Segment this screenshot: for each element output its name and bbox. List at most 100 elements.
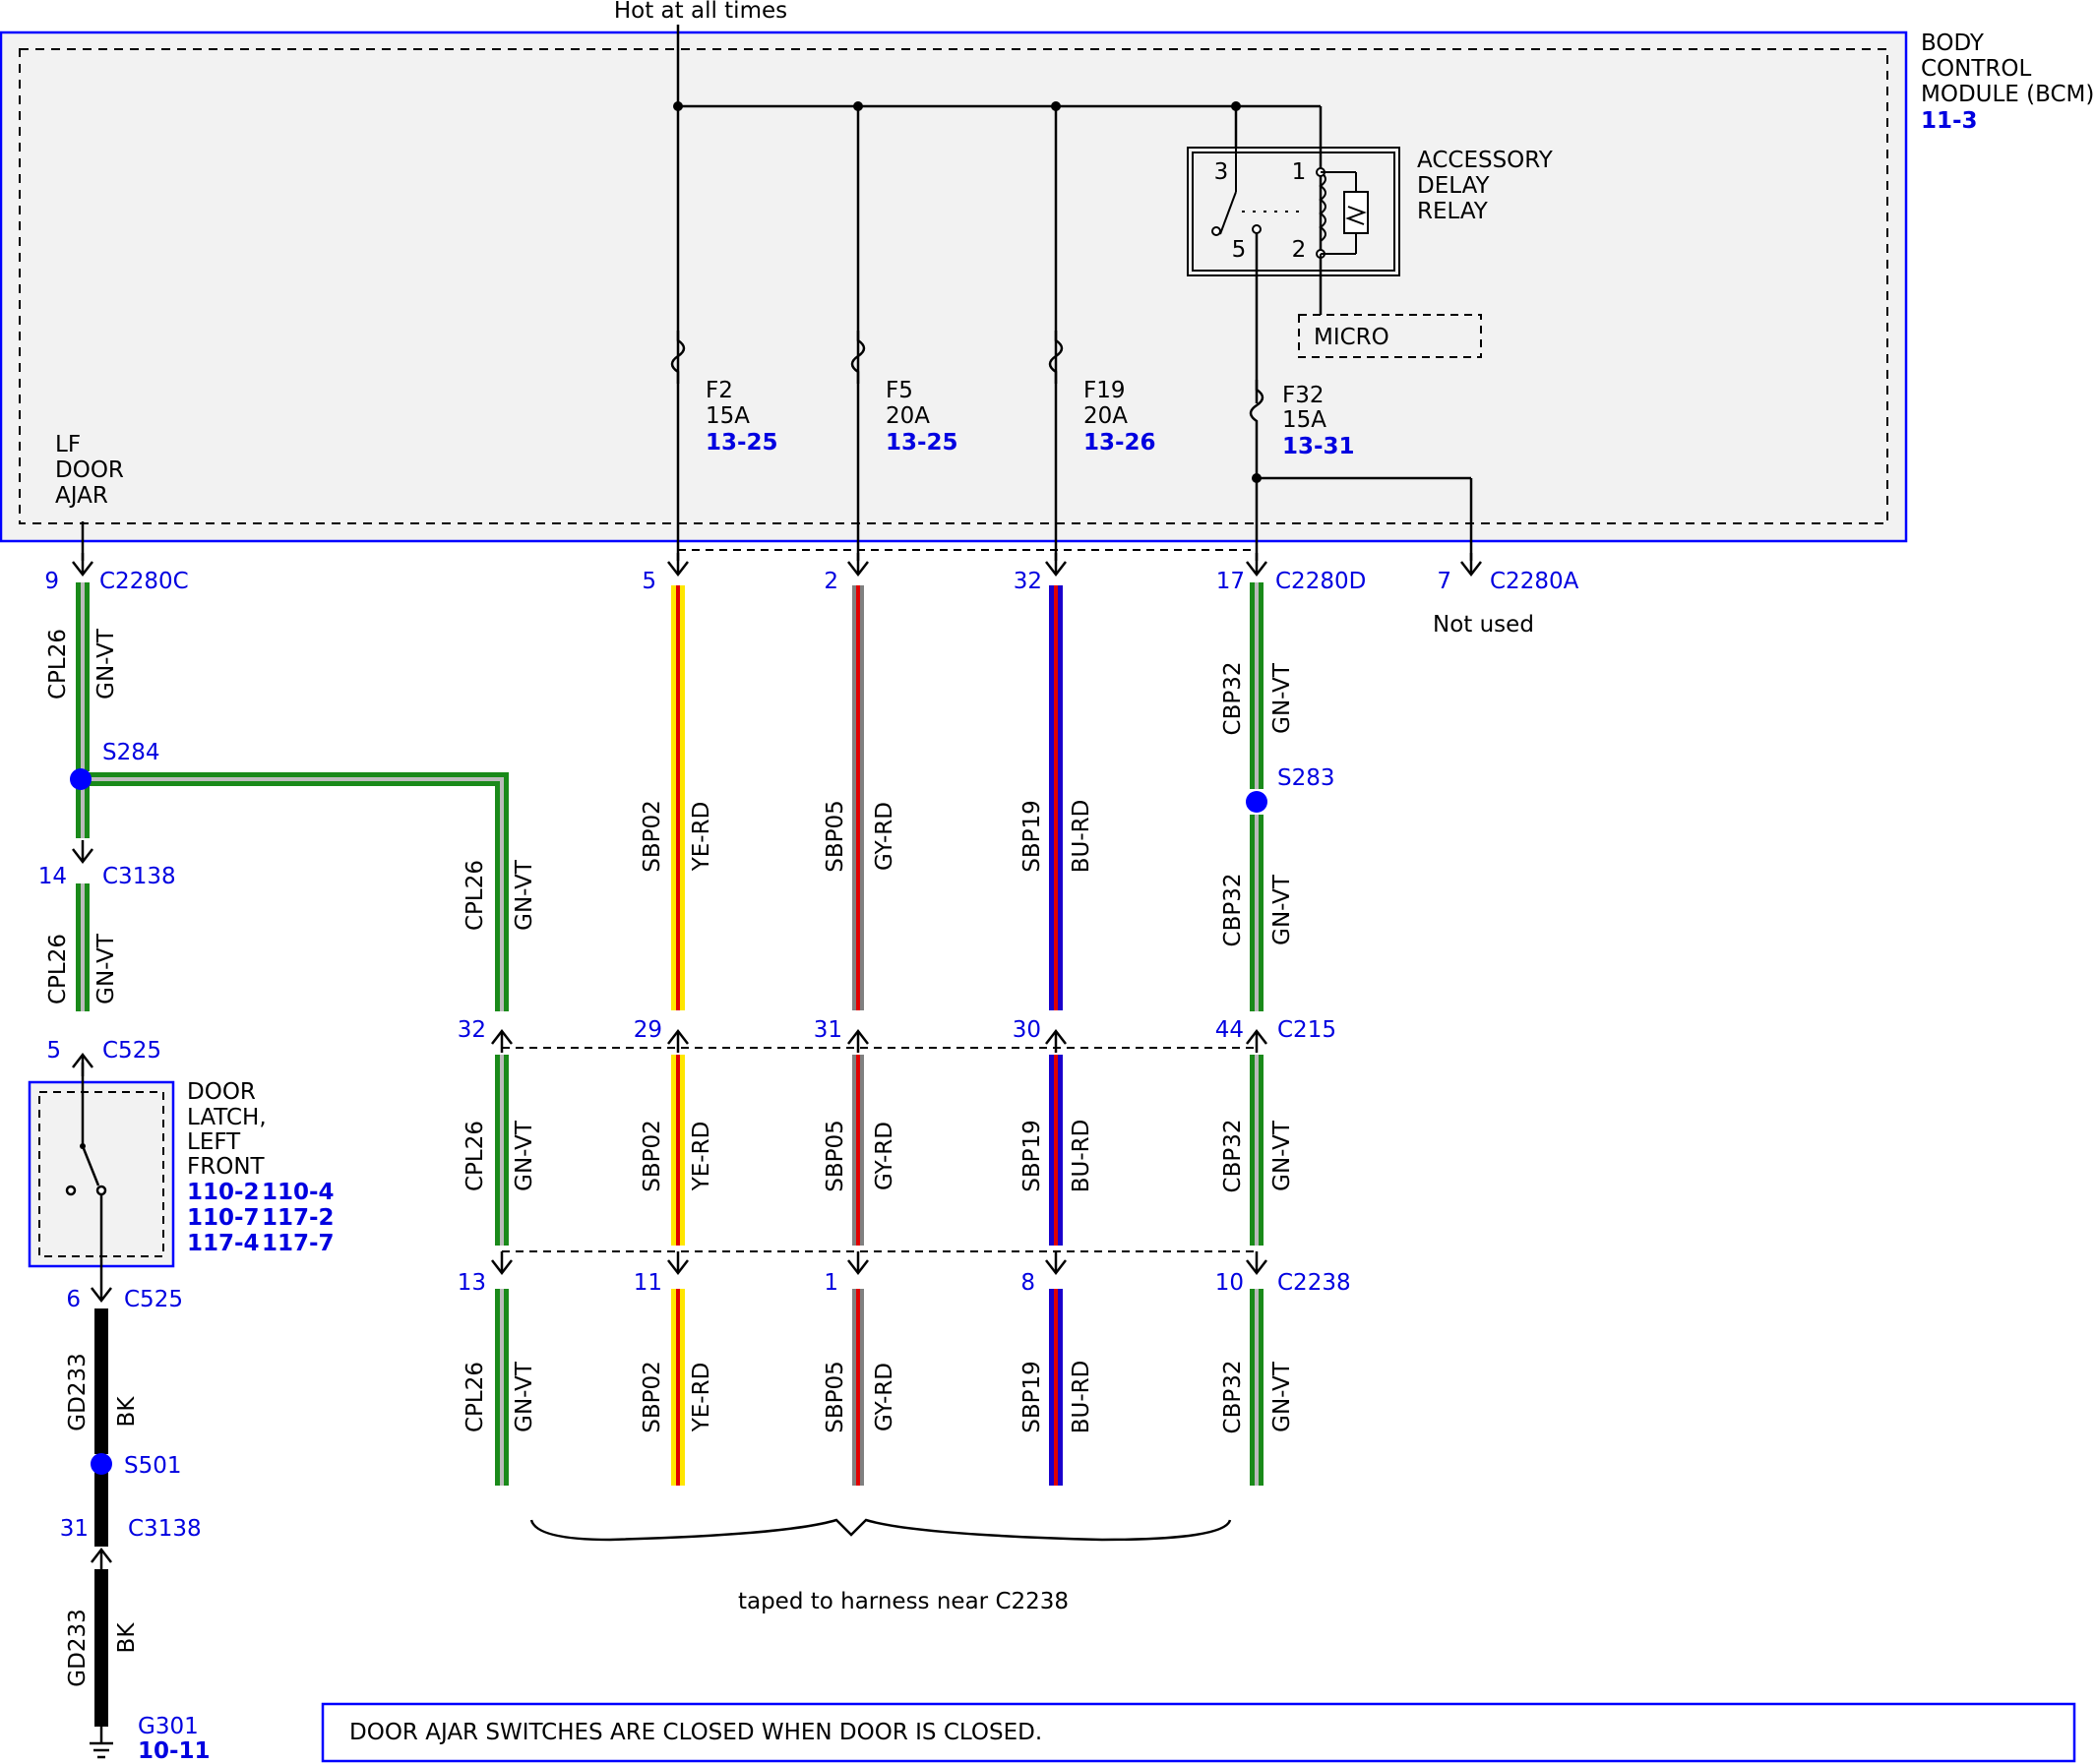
svg-text:AJAR: AJAR <box>55 483 108 509</box>
c215-labels: 32 29 31 30 44 C215 <box>458 1017 1336 1043</box>
svg-text:C215: C215 <box>1277 1017 1336 1043</box>
svg-text:C3138: C3138 <box>128 1516 202 1542</box>
svg-text:FRONT: FRONT <box>187 1154 266 1180</box>
wire-cpl26-a <box>76 582 90 771</box>
svg-text:MODULE (BCM): MODULE (BCM) <box>1921 82 2094 107</box>
wire-label: BK <box>114 1396 140 1428</box>
wire-label: GN-VT <box>1269 1361 1295 1432</box>
ground-ref-link[interactable]: 10-11 <box>138 1738 211 1764</box>
svg-text:20A: 20A <box>886 403 930 429</box>
c2280c-label: 9 C2280C <box>44 569 188 594</box>
wire-label: BU-RD <box>1069 1120 1094 1193</box>
svg-text:RELAY: RELAY <box>1417 199 1489 224</box>
wire-label: SBP05 <box>823 1120 848 1192</box>
svg-text:C2280A: C2280A <box>1490 569 1579 594</box>
bcm-ref-link[interactable]: 11-3 <box>1921 108 1978 134</box>
wire-label: CBP32 <box>1220 1120 1246 1193</box>
svg-text:Hot at all times: Hot at all times <box>614 0 787 24</box>
svg-text:CONTROL: CONTROL <box>1921 56 2032 82</box>
svg-text:C2238: C2238 <box>1277 1270 1351 1296</box>
svg-text:2: 2 <box>824 569 838 594</box>
wire-label: GN-VT <box>93 933 119 1004</box>
wire-label: YE-RD <box>689 802 714 873</box>
svg-text:LEFT: LEFT <box>187 1129 241 1155</box>
svg-text:LF: LF <box>55 432 81 457</box>
ground-label: G301 10-11 <box>138 1714 211 1764</box>
svg-text:7: 7 <box>1437 569 1451 594</box>
fuse-f2-ref-link[interactable]: 13-25 <box>706 430 778 456</box>
door-latch-ref-link[interactable]: 110-7 <box>187 1205 260 1231</box>
wire-label: CBP32 <box>1220 1361 1246 1434</box>
wire-label: BK <box>114 1622 140 1654</box>
svg-text:14: 14 <box>38 864 67 889</box>
svg-text:3: 3 <box>1214 159 1229 185</box>
c3138-top: 14 C3138 <box>38 838 176 889</box>
wire-label: YE-RD <box>689 1363 714 1433</box>
fuse-f5-ref-link[interactable]: 13-25 <box>886 430 958 456</box>
svg-text:32: 32 <box>1014 569 1042 594</box>
svg-text:2: 2 <box>1292 237 1307 263</box>
c3138-bottom: 31 C3138 <box>60 1516 202 1573</box>
svg-text:Not used: Not used <box>1433 612 1534 638</box>
wire-label: GD233 <box>65 1609 91 1686</box>
svg-text:32: 32 <box>458 1017 486 1043</box>
svg-text:31: 31 <box>814 1017 842 1043</box>
svg-text:C2280C: C2280C <box>99 569 189 594</box>
taped-note: taped to harness near C2238 <box>738 1589 1069 1614</box>
svg-text:30: 30 <box>1013 1017 1041 1043</box>
f32-node <box>1252 473 1262 483</box>
svg-text:F19: F19 <box>1083 378 1126 403</box>
wire-label: GY-RD <box>872 1363 897 1431</box>
door-latch-ref-link[interactable]: 117-7 <box>262 1231 335 1256</box>
wire-label: SBP19 <box>1019 1361 1045 1433</box>
door-latch-ref-link[interactable]: 110-2 <box>187 1180 260 1205</box>
fuse-f19-ref-link[interactable]: 13-26 <box>1083 430 1156 456</box>
svg-text:S501: S501 <box>124 1453 182 1479</box>
svg-text:11: 11 <box>634 1270 662 1296</box>
wire-label: CPL26 <box>45 934 71 1004</box>
svg-text:6: 6 <box>66 1287 81 1312</box>
c2238-arrows <box>490 1249 1268 1275</box>
svg-text:F2: F2 <box>706 378 733 403</box>
wire-gd233 <box>94 1308 108 1727</box>
svg-text:DOOR: DOOR <box>55 457 124 483</box>
wire-label: GN-VT <box>512 1361 537 1432</box>
wire-label: GN-VT <box>1269 1120 1295 1191</box>
ground-symbol <box>90 1727 113 1759</box>
wire-label: GN-VT <box>1269 662 1295 734</box>
wire-label: SBP02 <box>640 1361 665 1433</box>
c2280a-label: 7 C2280A Not used <box>1433 569 1579 638</box>
svg-text:C525: C525 <box>102 1038 161 1064</box>
wire-label: CPL26 <box>462 1121 488 1191</box>
svg-text:1: 1 <box>824 1270 838 1296</box>
wire-label: YE-RD <box>689 1122 714 1192</box>
svg-text:31: 31 <box>60 1516 89 1542</box>
svg-text:G301: G301 <box>138 1714 199 1739</box>
svg-text:C525: C525 <box>124 1287 183 1312</box>
c525-bottom: 6 C525 <box>66 1277 183 1312</box>
wire-label: BU-RD <box>1069 800 1094 874</box>
svg-text:BODY: BODY <box>1921 30 1985 56</box>
door-latch-ref-link[interactable]: 117-2 <box>262 1205 335 1231</box>
svg-text:13: 13 <box>458 1270 486 1296</box>
wire-label: GY-RD <box>872 1122 897 1190</box>
svg-text:S284: S284 <box>102 740 160 765</box>
door-latch-ref-link[interactable]: 117-4 <box>187 1231 260 1256</box>
svg-text:1: 1 <box>1292 159 1307 185</box>
bcm-label: BODY CONTROL MODULE (BCM) 11-3 <box>1921 30 2094 134</box>
wire-label: SBP19 <box>1019 1120 1045 1192</box>
wire-label: SBP05 <box>823 1361 848 1433</box>
wire-label: CPL26 <box>45 629 71 700</box>
svg-text:20A: 20A <box>1083 403 1128 429</box>
wire-label: CBP32 <box>1220 662 1246 736</box>
wire-label: GN-VT <box>93 628 119 700</box>
wire-cpl26-horiz <box>83 772 509 1011</box>
svg-text:S283: S283 <box>1277 765 1335 791</box>
svg-text:5: 5 <box>642 569 656 594</box>
door-latch-ref-link[interactable]: 110-4 <box>262 1180 335 1205</box>
fuse-f32-ref-link[interactable]: 13-31 <box>1282 434 1355 459</box>
svg-text:29: 29 <box>634 1017 662 1043</box>
c2238-labels: 13 11 1 8 10 C2238 <box>458 1270 1351 1296</box>
wire-label: SBP02 <box>640 800 665 873</box>
wire-label: SBP02 <box>640 1120 665 1192</box>
